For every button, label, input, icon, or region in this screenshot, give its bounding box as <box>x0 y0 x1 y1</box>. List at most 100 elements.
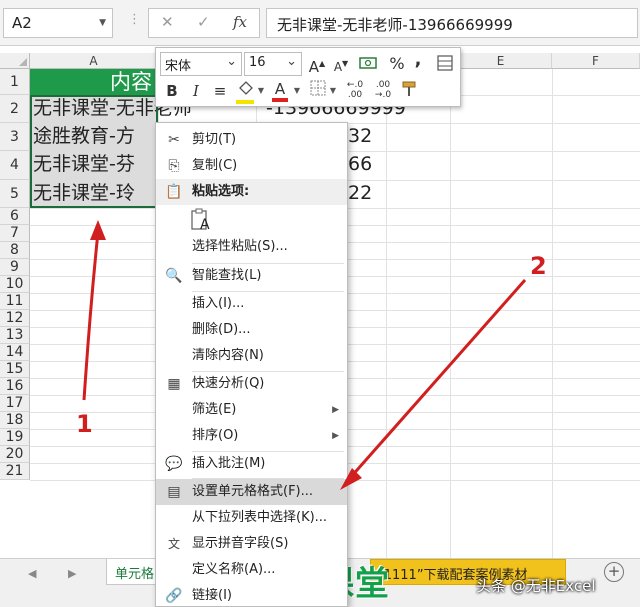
font-color-button[interactable]: A <box>270 79 290 102</box>
menu-item-copy[interactable]: ⎘ 复制(C) <box>156 153 347 179</box>
name-box-value: A2 <box>12 14 32 32</box>
menu-item-insert[interactable]: 插入(I)... <box>156 291 347 317</box>
align-center-icon[interactable]: ≡ <box>210 81 230 101</box>
menu-item-pick-from-list[interactable]: 从下拉列表中选择(K)... <box>156 505 347 531</box>
menu-item-sort[interactable]: 排序(O) ▶ <box>156 423 347 449</box>
chevron-down-icon[interactable]: ▼ <box>256 81 266 101</box>
menu-item-format-cells[interactable]: ▤ 设置单元格格式(F)... <box>156 479 347 505</box>
cell-a5[interactable]: 无非课堂-玲 <box>30 180 158 208</box>
chevron-down-icon[interactable]: ▼ <box>292 81 302 101</box>
italic-button[interactable]: I <box>188 81 204 101</box>
bold-button[interactable]: B <box>164 81 180 101</box>
tab-next-icon[interactable]: ▶ <box>68 567 76 580</box>
menu-item-insert-comment[interactable]: 💬 插入批注(M) <box>156 451 347 477</box>
drag-handle-icon[interactable]: ⋮ <box>128 12 141 27</box>
comma-format-icon[interactable]: , <box>412 50 424 70</box>
select-all-corner[interactable] <box>0 53 30 69</box>
row-header[interactable]: 16 <box>0 378 30 395</box>
paste-options-header: 📋 粘贴选项: <box>156 179 347 205</box>
formula-input[interactable]: 无非课堂-无非老师-13966669999 <box>266 8 638 38</box>
menu-item-label: 从下拉列表中选择(K)... <box>192 510 328 525</box>
row-header[interactable]: 11 <box>0 293 30 310</box>
menu-item-smart-lookup[interactable]: 🔍 智能查找(L) <box>156 263 347 289</box>
context-menu: ✂ 剪切(T) ⎘ 复制(C) 📋 粘贴选项: A 选择性粘贴(S)... 🔍 … <box>155 122 348 607</box>
name-box[interactable]: A2 ▼ <box>3 8 113 38</box>
menu-item-label: 筛选(E) <box>192 402 237 417</box>
row-header[interactable]: 15 <box>0 361 30 378</box>
menu-item-label: 智能查找(L) <box>192 268 262 283</box>
cell-text: 无非课堂-玲 <box>33 182 135 204</box>
accounting-format-icon[interactable] <box>354 54 384 78</box>
menu-item-cut[interactable]: ✂ 剪切(T) <box>156 127 347 153</box>
font-size-value: 16 <box>249 55 266 70</box>
chevron-down-icon: ⌄ <box>226 54 237 69</box>
menu-item-quick-analysis[interactable]: ▦ 快速分析(Q) <box>156 371 347 397</box>
font-size-select[interactable]: 16 ⌄ <box>244 52 302 76</box>
shrink-font-icon[interactable]: A▼ <box>332 54 350 77</box>
menu-item-delete[interactable]: 删除(D)... <box>156 317 347 343</box>
fill-color-swatch <box>236 100 254 104</box>
quick-analysis-icon: ▦ <box>167 376 181 392</box>
comment-icon: 💬 <box>165 456 183 472</box>
increase-decimal-icon[interactable]: ←.0 .00 <box>342 80 368 100</box>
font-name-value: 宋体 <box>165 59 192 74</box>
row-header[interactable]: 4 <box>0 151 30 180</box>
menu-item-paste-special[interactable]: 选择性粘贴(S)... <box>156 234 347 260</box>
phonetic-icon: 文 <box>167 537 180 551</box>
menu-item-define-name[interactable]: 定义名称(A)... <box>156 557 347 583</box>
row-header[interactable]: 2 <box>0 95 30 123</box>
menu-item-filter[interactable]: 筛选(E) ▶ <box>156 397 347 423</box>
header-cell-a1[interactable]: 内容 <box>30 69 158 95</box>
row-header[interactable]: 5 <box>0 180 30 208</box>
add-sheet-button[interactable]: + <box>604 562 624 582</box>
insert-function-icon[interactable]: fx <box>233 13 247 31</box>
confirm-icon[interactable]: ✓ <box>197 13 210 31</box>
row-header[interactable]: 12 <box>0 310 30 327</box>
cell-a3[interactable]: 途胜教育-方 <box>30 123 158 151</box>
fill-color-button[interactable] <box>234 80 258 104</box>
grow-font-icon[interactable]: A▲ <box>308 54 326 77</box>
menu-item-clear-contents[interactable]: 清除内容(N) <box>156 343 347 369</box>
font-name-select[interactable]: 宋体 ⌄ <box>160 52 242 76</box>
row-header[interactable]: 20 <box>0 446 30 463</box>
cell-a2[interactable]: 无非课堂-无非老师 <box>30 95 192 123</box>
row-header[interactable]: 6 <box>0 208 30 225</box>
clipboard-icon: 📋 <box>165 184 183 200</box>
column-header-a[interactable]: A <box>30 53 158 69</box>
row-header[interactable]: 17 <box>0 395 30 412</box>
row-header[interactable]: 3 <box>0 123 30 151</box>
column-header-f[interactable]: F <box>552 53 640 69</box>
row-header[interactable]: 18 <box>0 412 30 429</box>
cancel-icon[interactable]: ✕ <box>161 13 174 31</box>
menu-item-label: 插入批注(M) <box>192 456 266 471</box>
cell-a4[interactable]: 无非课堂-芬 <box>30 151 158 180</box>
row-header[interactable]: 10 <box>0 276 30 293</box>
cell-overflow-text: 66 <box>348 153 373 175</box>
chevron-down-icon[interactable]: ▼ <box>328 81 338 101</box>
percent-format-icon[interactable]: % <box>388 54 406 74</box>
row-header[interactable]: 19 <box>0 429 30 446</box>
format-painter-table-icon[interactable] <box>434 54 456 78</box>
row-header[interactable]: 7 <box>0 225 30 242</box>
cell-text: 途胜教育-方 <box>33 125 135 147</box>
borders-icon[interactable] <box>308 80 328 102</box>
menu-item-show-phonetic[interactable]: 文 显示拼音字段(S) <box>156 531 347 557</box>
chevron-down-icon[interactable]: ▼ <box>99 18 106 28</box>
row-header[interactable]: 8 <box>0 242 30 259</box>
row-header[interactable]: 21 <box>0 463 30 480</box>
row-header[interactable]: 1 <box>0 69 30 95</box>
row-header[interactable]: 14 <box>0 344 30 361</box>
menu-item-link[interactable]: 🔗 链接(I) <box>156 583 347 607</box>
mini-toolbar: 宋体 ⌄ 16 ⌄ A▲ A▼ % , B I ≡ ▼ A ▼ ▼ ←.0 .0… <box>155 47 461 107</box>
tab-prev-icon[interactable]: ◀ <box>28 567 36 580</box>
decrease-decimal-icon[interactable]: .00 →.0 <box>370 80 396 100</box>
row-header[interactable]: 9 <box>0 259 30 276</box>
paste-values-icon[interactable]: A <box>190 207 214 235</box>
row-header[interactable]: 13 <box>0 327 30 344</box>
watermark-credit: 头条 @无非Excel <box>476 577 596 595</box>
menu-item-label: 删除(D)... <box>192 322 251 337</box>
menu-item-label: 插入(I)... <box>192 296 245 311</box>
font-color-letter: A <box>274 80 286 98</box>
format-painter-icon[interactable] <box>398 80 420 104</box>
column-header-e[interactable]: E <box>450 53 552 69</box>
